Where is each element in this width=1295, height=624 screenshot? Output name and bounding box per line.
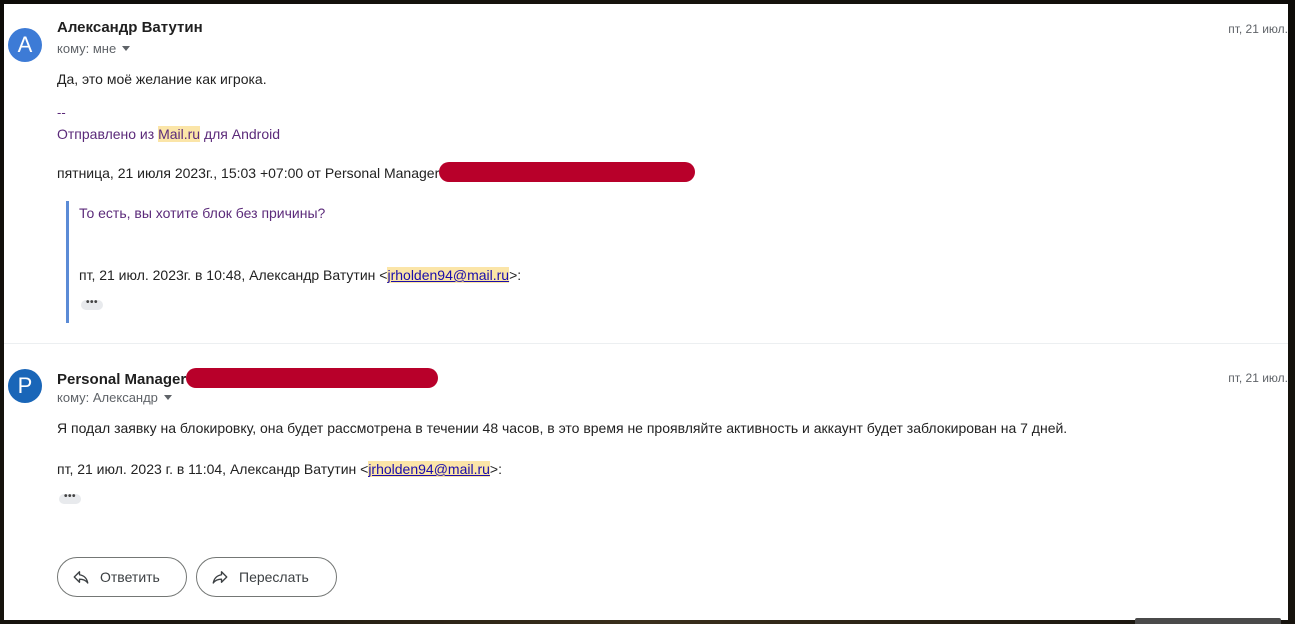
signature-dashes: -- <box>57 105 66 120</box>
signature: Отправлено из Mail.ru для Android <box>57 126 280 142</box>
sender-name-text: Personal Manager <box>57 371 187 388</box>
forward-label: Переслать <box>239 569 309 585</box>
nested-header-suffix: >: <box>509 267 522 283</box>
reply-label: Ответить <box>100 569 160 585</box>
message-date: пт, 21 июл. <box>1228 371 1288 385</box>
quote-header-suffix: >: <box>489 461 502 477</box>
scrollbar[interactable] <box>1135 618 1281 624</box>
avatar[interactable]: P <box>8 369 42 403</box>
nested-quote-header: пт, 21 июл. 2023г. в 10:48, Александр Ва… <box>79 267 521 283</box>
redacted-email <box>186 368 439 388</box>
signature-link[interactable]: Mail.ru <box>158 126 201 142</box>
quote-header: пт, 21 июл. 2023 г. в 11:04, Александр В… <box>57 461 502 477</box>
email-link[interactable]: jrholden94@mail.ru <box>368 461 490 477</box>
message-body: Да, это моё желание как игрока. <box>57 71 267 87</box>
quote-bar <box>66 201 69 323</box>
quote-header-text: пятница, 21 июля 2023г., 15:03 +07:00 от… <box>57 165 440 181</box>
signature-prefix: Отправлено из <box>57 126 159 142</box>
reply-button[interactable]: Ответить <box>57 557 187 597</box>
show-trimmed-content-button[interactable]: ••• <box>81 298 103 310</box>
signature-suffix: для Android <box>200 126 281 142</box>
quote-header: пятница, 21 июля 2023г., 15:03 +07:00 от… <box>57 162 696 182</box>
recipient-label: кому: мне <box>57 41 117 56</box>
quote-header-prefix: пт, 21 июл. 2023 г. в 11:04, Александр В… <box>57 461 369 477</box>
message-date: пт, 21 июл. <box>1228 22 1288 36</box>
screenshot-frame: A Александр Ватутин кому: мне пт, 21 июл… <box>0 0 1295 624</box>
avatar[interactable]: A <box>8 28 42 62</box>
nested-header-prefix: пт, 21 июл. 2023г. в 10:48, Александр Ва… <box>79 267 388 283</box>
email-thread: A Александр Ватутин кому: мне пт, 21 июл… <box>4 4 1288 620</box>
recipient-label: кому: Александр <box>57 390 158 405</box>
forward-icon <box>212 571 228 584</box>
chevron-down-icon <box>163 395 172 400</box>
email-link[interactable]: jrholden94@mail.ru <box>387 267 510 283</box>
show-trimmed-content-button[interactable]: ••• <box>59 492 81 504</box>
quoted-text: То есть, вы хотите блок без причины? <box>79 205 326 221</box>
redacted-email <box>439 162 696 182</box>
recipient-dropdown[interactable]: кому: мне <box>57 41 131 56</box>
reply-icon <box>73 571 89 584</box>
sender-name[interactable]: Александр Ватутин <box>57 19 203 36</box>
sender-name[interactable]: Personal Manager <box>57 368 439 388</box>
forward-button[interactable]: Переслать <box>196 557 337 597</box>
chevron-down-icon <box>122 46 131 51</box>
recipient-dropdown[interactable]: кому: Александр <box>57 390 172 405</box>
message-body: Я подал заявку на блокировку, она будет … <box>57 420 1068 436</box>
message-divider <box>4 343 1288 344</box>
